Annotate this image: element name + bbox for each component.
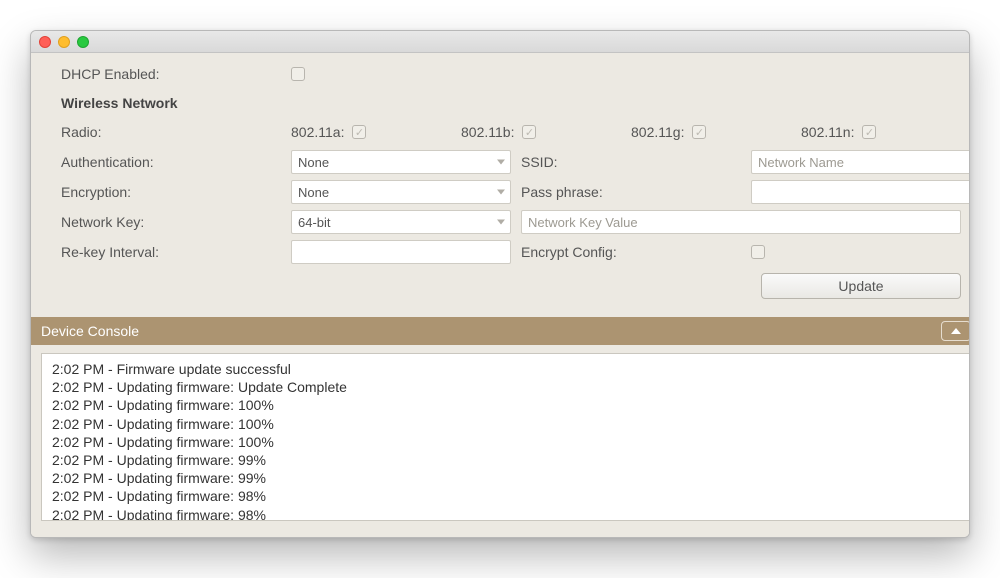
console-line: 2:02 PM - Updating firmware: 99% [52, 451, 960, 469]
ssid-input[interactable] [751, 150, 970, 174]
console-line: 2:02 PM - Updating firmware: Update Comp… [52, 378, 960, 396]
encryption-label: Encryption: [61, 184, 291, 200]
console-line: 2:02 PM - Updating firmware: 98% [52, 487, 960, 505]
console-line: 2:02 PM - Updating firmware: 100% [52, 415, 960, 433]
network-key-select[interactable]: 64-bit [291, 210, 511, 234]
passphrase-label: Pass phrase: [521, 184, 751, 200]
wireless-heading-row: Wireless Network [61, 89, 961, 117]
button-row: Update [61, 267, 961, 307]
console-line: 2:02 PM - Updating firmware: 99% [52, 469, 960, 487]
console-line: 2:02 PM - Updating firmware: 98% [52, 506, 960, 522]
main-area: DHCP Enabled: Wireless Network Radio: 80… [31, 53, 970, 537]
chevron-up-icon [950, 326, 962, 336]
radio-80211n: 802.11n: ✓ [801, 124, 961, 140]
encrypt-config-checkbox[interactable] [751, 245, 765, 259]
network-key-row: Network Key: 64-bit [61, 207, 961, 237]
encryption-row: Encryption: None Pass phrase: [61, 177, 961, 207]
device-console-body: 2:02 PM - Firmware update successful2:02… [31, 345, 970, 537]
authentication-label: Authentication: [61, 154, 291, 170]
encrypt-config-label: Encrypt Config: [521, 244, 751, 260]
radio-80211g-label: 802.11g: [631, 124, 684, 140]
titlebar[interactable] [31, 31, 969, 53]
radio-80211n-label: 802.11n: [801, 124, 854, 140]
app-window: DHCP Enabled: Wireless Network Radio: 80… [30, 30, 970, 538]
wireless-heading: Wireless Network [61, 95, 291, 111]
console-collapse-button[interactable] [941, 321, 970, 341]
radio-80211b: 802.11b: ✓ [461, 124, 631, 140]
update-button[interactable]: Update [761, 273, 961, 299]
network-key-label: Network Key: [61, 214, 291, 230]
rekey-label: Re-key Interval: [61, 244, 291, 260]
console-line: 2:02 PM - Updating firmware: 100% [52, 433, 960, 451]
window-close-button[interactable] [39, 36, 51, 48]
console-line: 2:02 PM - Firmware update successful [52, 360, 960, 378]
radio-80211b-checkbox[interactable]: ✓ [522, 125, 536, 139]
settings-form: DHCP Enabled: Wireless Network Radio: 80… [31, 53, 970, 317]
radio-80211g: 802.11g: ✓ [631, 124, 801, 140]
radio-row: Radio: 802.11a: ✓ 802.11b: ✓ 802.11g: ✓ [61, 117, 961, 147]
radio-80211a-checkbox[interactable]: ✓ [352, 125, 366, 139]
ssid-label: SSID: [521, 154, 751, 170]
rekey-row: Re-key Interval: Encrypt Config: [61, 237, 961, 267]
dhcp-label: DHCP Enabled: [61, 66, 291, 82]
window-content: DHCP Enabled: Wireless Network Radio: 80… [31, 53, 969, 537]
network-key-value-input[interactable] [521, 210, 961, 234]
dhcp-checkbox[interactable] [291, 67, 305, 81]
authentication-select[interactable]: None [291, 150, 511, 174]
radio-80211a: 802.11a: ✓ [291, 124, 461, 140]
encryption-select[interactable]: None [291, 180, 511, 204]
radio-80211a-label: 802.11a: [291, 124, 344, 140]
dhcp-row: DHCP Enabled: [61, 59, 961, 89]
device-console-log[interactable]: 2:02 PM - Firmware update successful2:02… [41, 353, 970, 521]
radio-80211b-label: 802.11b: [461, 124, 514, 140]
window-zoom-button[interactable] [77, 36, 89, 48]
radio-80211n-checkbox[interactable]: ✓ [862, 125, 876, 139]
radio-label: Radio: [61, 124, 291, 140]
device-console-header: Device Console [31, 317, 970, 345]
passphrase-input[interactable] [751, 180, 970, 204]
window-minimize-button[interactable] [58, 36, 70, 48]
radio-80211g-checkbox[interactable]: ✓ [692, 125, 706, 139]
rekey-interval-input[interactable] [291, 240, 511, 264]
device-console-title: Device Console [41, 323, 139, 339]
auth-row: Authentication: None SSID: [61, 147, 961, 177]
console-line: 2:02 PM - Updating firmware: 100% [52, 396, 960, 414]
